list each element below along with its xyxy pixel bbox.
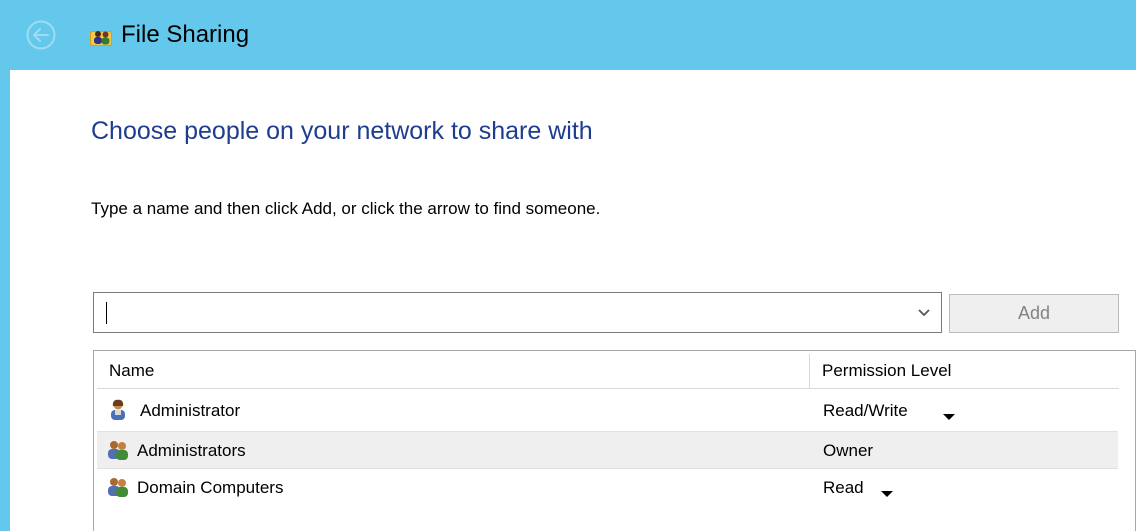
table-row[interactable]: Administrators Owner: [97, 431, 1118, 469]
name-combobox[interactable]: [93, 292, 942, 333]
single-user-icon: [106, 399, 130, 421]
text-cursor: [106, 302, 107, 324]
group-users-icon: [106, 439, 130, 461]
permission-level[interactable]: Read: [823, 469, 864, 507]
back-button[interactable]: [26, 20, 56, 50]
title-bar: File Sharing: [0, 0, 1136, 70]
table-header-row: Name Permission Level: [97, 354, 1121, 391]
back-arrow-icon: [26, 20, 56, 50]
user-name: Administrators: [137, 441, 246, 460]
permission-column-header[interactable]: Permission Level: [810, 354, 1119, 389]
sharing-content: Choose people on your network to share w…: [10, 70, 1136, 531]
add-button[interactable]: Add: [949, 294, 1119, 333]
people-list: Name Permission Level Administrator Read…: [93, 350, 1136, 531]
instruction-text: Type a name and then click Add, or click…: [91, 199, 601, 218]
dropdown-arrow-icon[interactable]: [880, 485, 894, 497]
permission-level: Owner: [823, 441, 874, 460]
user-name: Domain Computers: [137, 478, 284, 497]
permission-level[interactable]: Read/Write: [823, 392, 908, 430]
chevron-down-icon[interactable]: [915, 304, 933, 322]
dropdown-arrow-icon[interactable]: [942, 408, 956, 420]
name-input[interactable]: [96, 295, 896, 330]
group-users-icon: [106, 476, 130, 498]
user-name: Administrator: [140, 401, 241, 420]
page-title: Choose people on your network to share w…: [91, 117, 593, 145]
file-sharing-icon: [90, 26, 114, 48]
file-sharing-window: File Sharing Choose people on your netwo…: [0, 0, 1136, 531]
table-row[interactable]: Administrator Read/Write: [97, 392, 1118, 430]
name-column-header[interactable]: Name: [97, 354, 810, 389]
table-row[interactable]: Domain Computers Read: [97, 469, 1118, 507]
window-title: File Sharing: [121, 21, 250, 48]
